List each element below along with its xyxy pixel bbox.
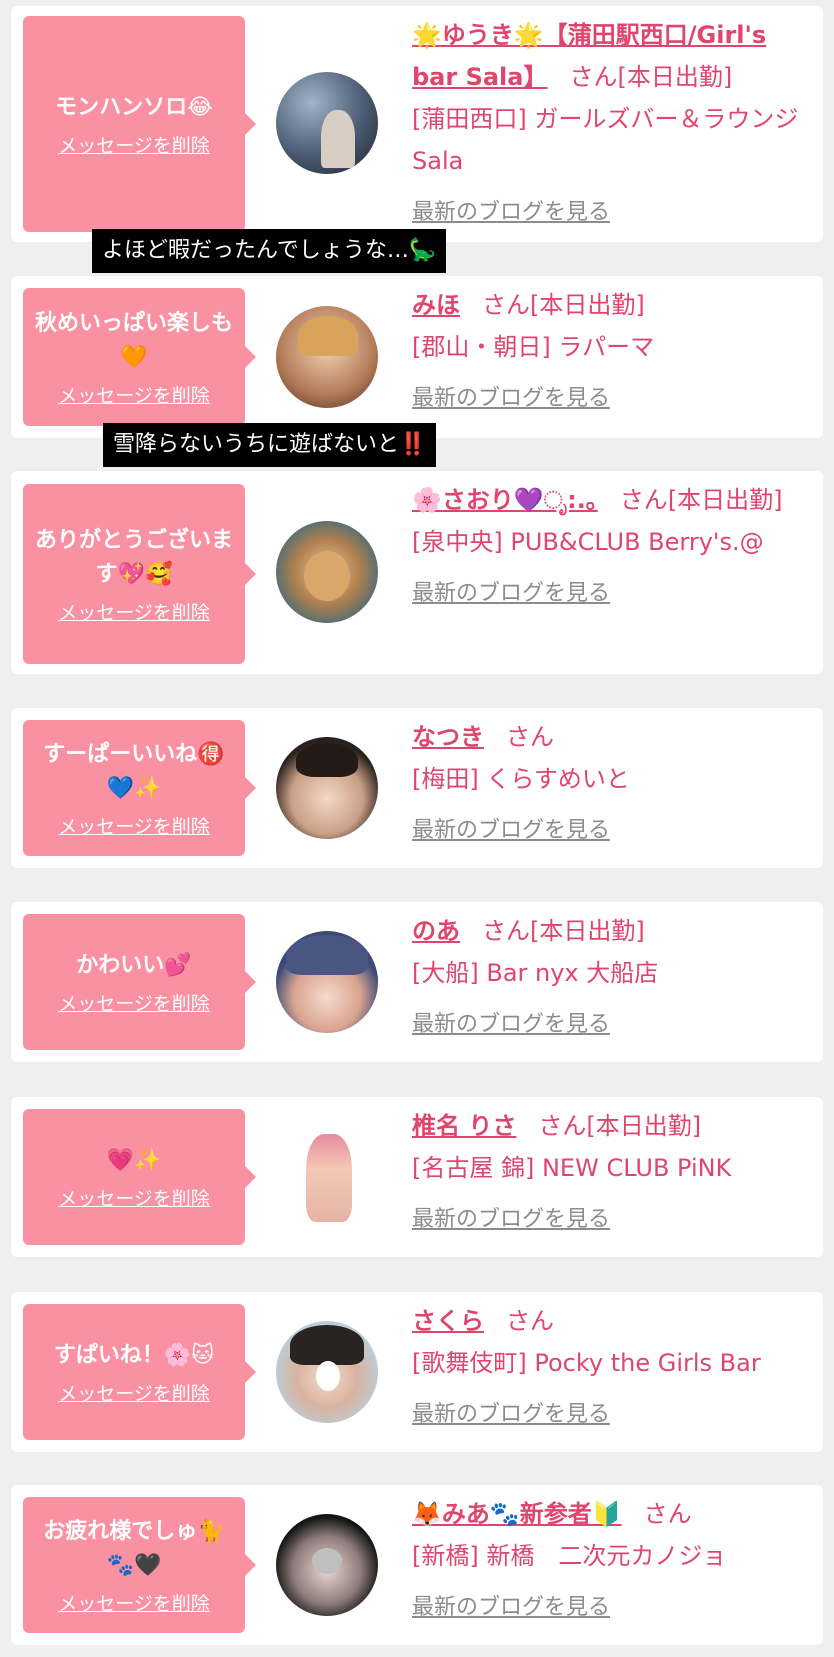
delete-message-link[interactable]: メッセージを削除 [58,1589,210,1616]
fan-message-card: すーぱーいいね🉐💙✨ メッセージを削除 なつき さん [梅田] くらすめいと 最新… [11,708,823,868]
delete-message-link[interactable]: メッセージを削除 [58,1379,210,1406]
avatar[interactable] [276,521,378,623]
fan-message-card: ありがとうございます💖🥰 メッセージを削除 🌸さおり💜ೃ:.｡ さん[本日出勤] … [11,471,823,674]
avatar[interactable] [276,1514,378,1616]
shop-location: [蒲田西口] ガールズバー＆ラウンジSala [412,105,799,175]
fan-message-card: すぱいね！🌸🐱 メッセージを削除 さくら さん [歌舞伎町] Pocky the … [11,1292,823,1452]
avatar[interactable] [276,306,378,408]
shop-location: [大船] Bar nyx 大船店 [412,959,659,987]
latest-blog-link[interactable]: 最新のブログを見る [412,1587,610,1629]
fan-message-card: 💗✨ メッセージを削除 椎名 りさ さん[本日出勤] [名古屋 錦] NEW CL… [11,1097,823,1257]
honorific: さん [538,1112,587,1140]
message-text: かわいい💕 [76,952,192,978]
cast-info: 🌸さおり💜ೃ:.｡ さん[本日出勤] [泉中央] PUB&CLUB Berry's… [412,479,812,615]
cast-name-link[interactable]: なつき [412,723,484,751]
latest-blog-link[interactable]: 最新のブログを見る [412,378,610,420]
message-bubble: かわいい💕 メッセージを削除 [23,914,256,1050]
shop-location: [梅田] くらすめいと [412,765,630,793]
cast-name-link[interactable]: みほ [412,291,460,319]
latest-blog-link[interactable]: 最新のブログを見る [412,1394,610,1436]
message-text: お疲れ様でしゅ🐈🐾🖤 [43,1518,225,1578]
cast-name-link[interactable]: さくら [412,1307,484,1335]
avatar[interactable] [276,931,378,1033]
fan-message-card: 秋めいっぱい楽しも🧡 メッセージを削除 みほ さん[本日出勤] [郡山・朝日] ラ… [11,276,823,438]
shop-location: [郡山・朝日] ラパーマ [412,333,655,361]
message-bubble: 💗✨ メッセージを削除 [23,1109,256,1245]
message-text: 💗✨ [106,1147,162,1173]
message-text: すーぱーいいね🉐💙✨ [43,741,225,801]
cast-info: なつき さん [梅田] くらすめいと 最新のブログを見る [412,716,812,852]
delete-message-link[interactable]: メッセージを削除 [58,131,210,158]
cast-info: 🦊みあ🐾新参者🔰 さん [新橋] 新橋 二次元カノジョ 最新のブログを見る [412,1493,812,1629]
message-bubble: すーぱーいいね🉐💙✨ メッセージを削除 [23,720,256,856]
delete-message-link[interactable]: メッセージを削除 [58,381,210,408]
avatar[interactable] [276,1126,378,1228]
work-status: [本日出勤] [586,1112,702,1140]
cast-name-link[interactable]: 🦊みあ🐾新参者🔰 [412,1500,622,1528]
shop-location: [泉中央] PUB&CLUB Berry's.@ [412,528,764,556]
work-status: [本日出勤] [617,63,733,91]
honorific: さん [619,486,668,514]
message-tooltip: 雪降らないうちに遊ばないと‼️ [103,423,437,467]
honorific: さん [506,723,554,751]
shop-location: [新橋] 新橋 二次元カノジョ [412,1542,727,1570]
message-tooltip: よほど暇だったんでしょうな…🦕 [92,229,447,273]
cast-name-link[interactable]: 🌸さおり💜ೃ:.｡ [412,486,598,514]
latest-blog-link[interactable]: 最新のブログを見る [412,192,610,234]
delete-message-link[interactable]: メッセージを削除 [58,598,210,625]
latest-blog-link[interactable]: 最新のブログを見る [412,1004,610,1046]
cast-info: さくら さん [歌舞伎町] Pocky the Girls Bar 最新のブログを… [412,1300,812,1436]
message-text: すぱいね！🌸🐱 [53,1342,215,1368]
fan-message-card: かわいい💕 メッセージを削除 のあ さん[本日出勤] [大船] Bar nyx 大… [11,902,823,1062]
avatar[interactable] [276,72,378,174]
message-text: 秋めいっぱい楽しも🧡 [34,310,233,370]
honorific: さん [506,1307,554,1335]
cast-info: みほ さん[本日出勤] [郡山・朝日] ラパーマ 最新のブログを見る [412,284,812,420]
work-status: [本日出勤] [667,486,783,514]
message-bubble: モンハンソロ😂 メッセージを削除 [23,16,256,232]
latest-blog-link[interactable]: 最新のブログを見る [412,810,610,852]
message-bubble: お疲れ様でしゅ🐈🐾🖤 メッセージを削除 [23,1497,256,1633]
shop-location: [名古屋 錦] NEW CLUB PiNK [412,1154,732,1182]
cast-info: 🌟ゆうき🌟【蒲田駅西口/Girl's bar Sala】 さん[本日出勤] [蒲田… [412,14,812,234]
message-bubble: 秋めいっぱい楽しも🧡 メッセージを削除 [23,288,256,426]
message-text: モンハンソロ😂 [55,94,213,120]
cast-info: のあ さん[本日出勤] [大船] Bar nyx 大船店 最新のブログを見る [412,910,812,1046]
work-status: [本日出勤] [530,291,645,319]
cast-name-link[interactable]: のあ [412,917,460,945]
cast-info: 椎名 りさ さん[本日出勤] [名古屋 錦] NEW CLUB PiNK 最新のブ… [412,1105,812,1241]
delete-message-link[interactable]: メッセージを削除 [58,812,210,839]
latest-blog-link[interactable]: 最新のブログを見る [412,1199,610,1241]
message-text: ありがとうございます💖🥰 [34,527,233,587]
message-bubble: すぱいね！🌸🐱 メッセージを削除 [23,1304,256,1440]
shop-location: [歌舞伎町] Pocky the Girls Bar [412,1349,761,1377]
message-bubble: ありがとうございます💖🥰 メッセージを削除 [23,484,256,664]
honorific: さん [482,917,530,945]
delete-message-link[interactable]: メッセージを削除 [58,989,210,1016]
honorific: さん [643,1500,692,1528]
cast-name-link[interactable]: 椎名 りさ [412,1112,516,1140]
latest-blog-link[interactable]: 最新のブログを見る [412,573,610,615]
fan-message-card: モンハンソロ😂 メッセージを削除 🌟ゆうき🌟【蒲田駅西口/Girl's bar … [11,6,823,242]
avatar[interactable] [276,1321,378,1423]
honorific: さん [569,63,618,91]
honorific: さん [482,291,530,319]
work-status: [本日出勤] [530,917,645,945]
fan-message-card: お疲れ様でしゅ🐈🐾🖤 メッセージを削除 🦊みあ🐾新参者🔰 さん [新橋] 新橋 二… [11,1485,823,1645]
avatar[interactable] [276,737,378,839]
delete-message-link[interactable]: メッセージを削除 [58,1184,210,1211]
